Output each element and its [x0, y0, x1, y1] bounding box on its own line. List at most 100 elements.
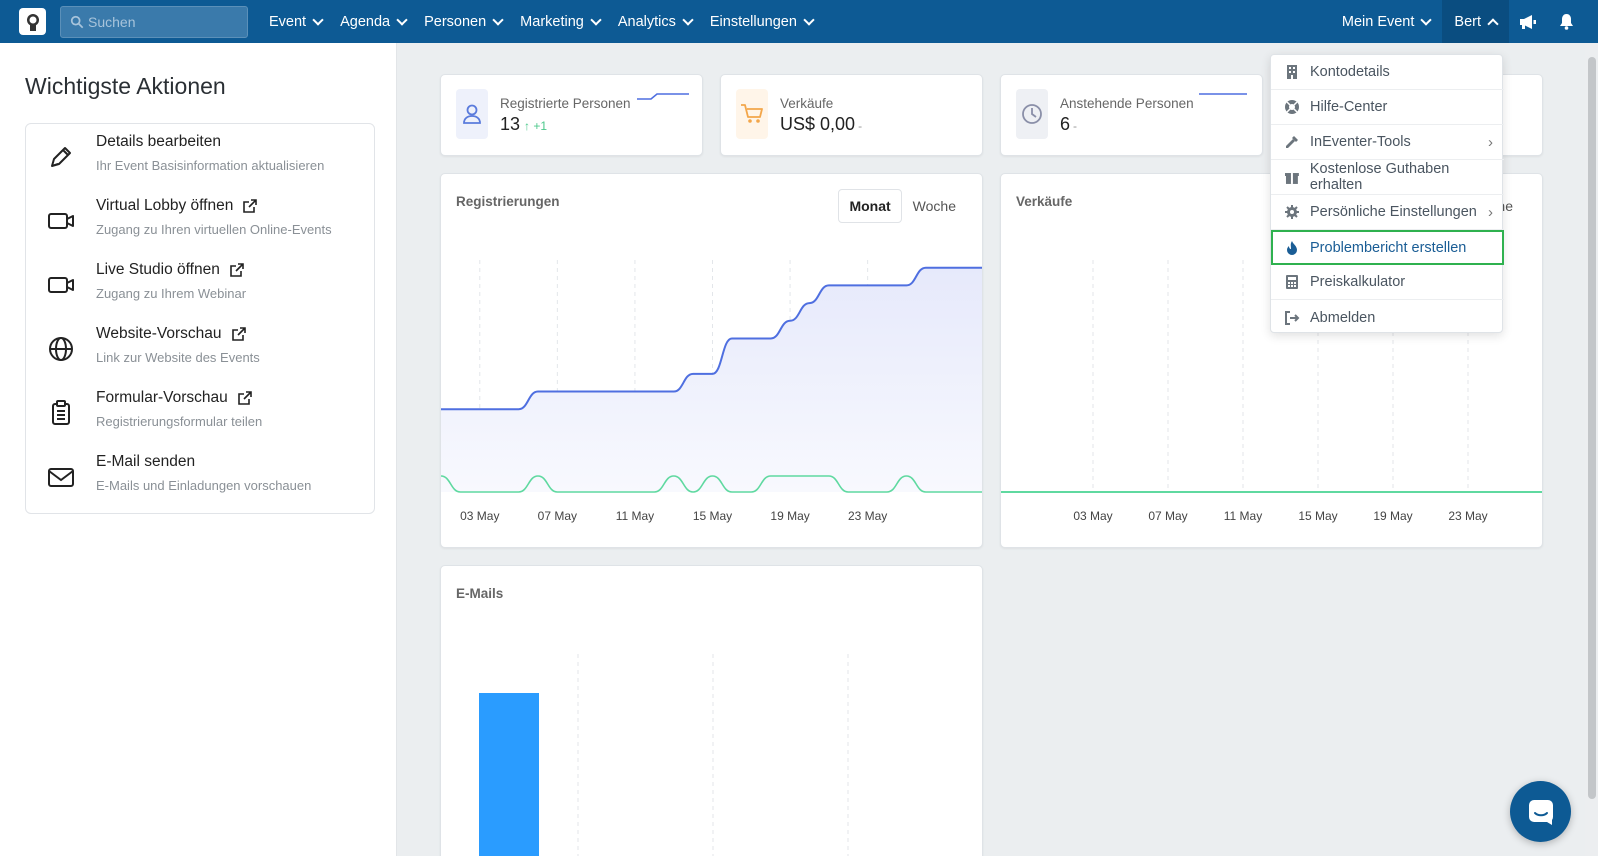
action-subtitle: Zugang zu Ihrem Webinar [96, 286, 247, 301]
menu-item-logout[interactable]: Abmelden [1271, 300, 1504, 335]
chevron-down-icon [590, 13, 602, 26]
stat-card-sales[interactable]: Verkäufe US$ 0,00- [720, 74, 983, 156]
action-subtitle: E-Mails und Einladungen vorschauen [96, 478, 312, 493]
registrations-chart: 03 May 07 May 11 May 15 May 19 May 23 May [441, 260, 982, 523]
top-navbar: Event Agenda Personen Marketing Analytic… [0, 0, 1598, 43]
menu-item-label: Kostenlose Guthaben erhalten [1309, 161, 1450, 193]
menu-item-account-details[interactable]: Kontodetails [1271, 55, 1504, 90]
x-tick-label: 03 May [1073, 509, 1112, 523]
gear-icon [1285, 205, 1299, 219]
stat-value-number: US$ 0,00 [780, 114, 856, 134]
support-chat-button[interactable] [1510, 781, 1571, 842]
x-tick-label: 19 May [1373, 509, 1412, 523]
bar [479, 693, 539, 856]
nav-analytics-label: Analytics [617, 13, 676, 30]
menu-item-report-problem[interactable]: Problembericht erstellen [1271, 230, 1504, 265]
cart-icon [741, 104, 763, 123]
chevron-down-icon [312, 13, 324, 26]
action-subtitle: Ihr Event Basisinformation aktualisieren [96, 158, 325, 173]
stat-value: US$ 0,00- [780, 114, 862, 135]
x-tick-label: 19 May [770, 509, 809, 523]
nav-marketing-label: Marketing [520, 13, 584, 30]
video-icon [48, 213, 74, 229]
menu-item-label: Problembericht erstellen [1310, 239, 1467, 256]
x-tick-label: 23 May [1448, 509, 1487, 523]
nav-einstellungen[interactable]: Einstellungen [703, 0, 824, 43]
action-virtual-lobby[interactable]: Virtual Lobby öffnen Zugang zu Ihren vir… [26, 188, 376, 252]
nav-agenda-label: Agenda [340, 13, 391, 30]
logout-icon [1285, 310, 1300, 325]
stat-card-pending[interactable]: Anstehende Personen 6- [1000, 74, 1263, 156]
chevron-down-icon [492, 13, 504, 26]
nav-right: Mein Event Bert [1330, 0, 1598, 43]
stat-delta: - [1073, 119, 1078, 133]
chevron-down-icon [1420, 13, 1433, 26]
menu-item-personal-settings[interactable]: Persönliche Einstellungen › [1271, 195, 1504, 230]
nav-marketing[interactable]: Marketing [513, 0, 611, 43]
nav-personen[interactable]: Personen [417, 0, 513, 43]
nav-personen-label: Personen [424, 13, 487, 30]
sidebar: Wichtigste Aktionen Details bearbeiten I… [0, 43, 397, 856]
app-logo[interactable] [19, 8, 46, 35]
stat-icon-box [456, 89, 488, 139]
action-title-text: E-Mail senden [96, 453, 196, 470]
gift-icon [1284, 173, 1299, 184]
globe-icon [49, 337, 73, 361]
external-link-icon [243, 199, 258, 213]
page-scrollbar[interactable] [1585, 43, 1598, 856]
action-subtitle: Zugang zu Ihren virtuellen Online-Events [96, 222, 332, 237]
action-form-preview[interactable]: Formular-Vorschau Registrierungsformular… [26, 380, 376, 444]
main-nav: Event Agenda Personen Marketing Analytic… [262, 0, 824, 43]
action-title: Formular-Vorschau [96, 389, 253, 407]
action-title-text: Details bearbeiten [96, 133, 221, 150]
video-icon [48, 277, 74, 293]
menu-item-inventer-tools[interactable]: InEventer-Tools › [1271, 125, 1504, 160]
announcements-button[interactable] [1509, 0, 1547, 43]
nav-event-label: Event [269, 13, 307, 30]
x-tick-label: 23 May [848, 509, 887, 523]
menu-item-label: Abmelden [1310, 309, 1376, 326]
action-edit-details[interactable]: Details bearbeiten Ihr Event Basisinform… [26, 124, 376, 188]
menu-item-price-calculator[interactable]: Preiskalkulator [1271, 265, 1504, 300]
clock-icon [1022, 104, 1042, 124]
flame-icon [1287, 240, 1297, 255]
sparkline [1199, 93, 1247, 95]
stat-delta-value: +1 [533, 119, 548, 133]
stat-card-registered[interactable]: Registrierte Personen 13 ↑ +1 [440, 74, 703, 156]
sidebar-heading: Wichtigste Aktionen [25, 73, 226, 99]
menu-item-label: Preiskalkulator [1310, 274, 1406, 290]
external-link-icon [237, 391, 252, 405]
search-box[interactable] [60, 6, 248, 38]
user-menu[interactable]: Bert [1442, 0, 1509, 43]
scrollbar-thumb[interactable] [1588, 57, 1596, 799]
action-subtitle: Link zur Website des Events [96, 350, 260, 365]
notifications-button[interactable] [1547, 0, 1585, 43]
action-website-preview[interactable]: Website-Vorschau Link zur Website des Ev… [26, 316, 376, 380]
stat-value-number: 6 [1060, 114, 1071, 134]
logo-icon [26, 13, 39, 31]
emails-chart [479, 654, 849, 856]
stat-delta: ↑ +1 [524, 119, 547, 133]
action-title: Live Studio öffnen [96, 261, 245, 279]
chart-card-emails: E-Mails [440, 565, 983, 856]
nav-event[interactable]: Event [262, 0, 333, 43]
stat-value: 13 ↑ +1 [500, 114, 547, 135]
menu-item-free-credits[interactable]: Kostenlose Guthaben erhalten [1271, 160, 1504, 195]
my-event-menu[interactable]: Mein Event [1330, 0, 1443, 43]
menu-item-help-center[interactable]: Hilfe-Center [1271, 90, 1504, 125]
search-input[interactable] [88, 14, 238, 30]
action-live-studio[interactable]: Live Studio öffnen Zugang zu Ihrem Webin… [26, 252, 376, 316]
action-title-text: Live Studio öffnen [96, 261, 220, 278]
x-tick-label: 07 May [538, 509, 577, 523]
action-send-email[interactable]: E-Mail senden E-Mails und Einladungen vo… [26, 444, 376, 508]
lifebuoy-icon [1285, 100, 1299, 114]
nav-agenda[interactable]: Agenda [333, 0, 417, 43]
action-subtitle: Registrierungsformular teilen [96, 414, 263, 429]
sparkline [637, 93, 689, 100]
external-link-icon [231, 327, 246, 341]
stat-icon-box [1016, 89, 1048, 139]
nav-analytics[interactable]: Analytics [611, 0, 703, 43]
action-title-text: Formular-Vorschau [96, 389, 228, 406]
action-title: Details bearbeiten [96, 133, 221, 151]
bell-icon [1559, 14, 1573, 30]
